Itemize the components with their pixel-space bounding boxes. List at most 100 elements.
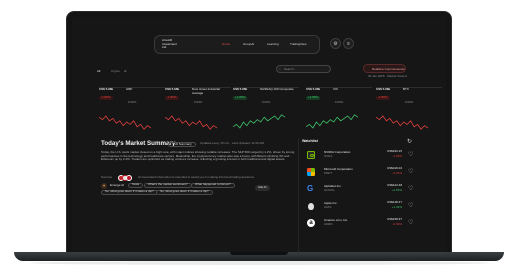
settings-gear-icon[interactable]: ⚙ bbox=[330, 38, 341, 49]
market-card[interactable]: US$ 5.98k NASDAQ 100 Composite +1.89% · 0.0… bbox=[233, 87, 299, 140]
card-sparkline bbox=[306, 114, 358, 129]
app-root: AnwAR Investment Ltd. Home GroupAI Learn… bbox=[72, 17, 446, 253]
nav-link-groupai[interactable]: GroupAI bbox=[243, 42, 254, 47]
nav-link-learning[interactable]: Learning bbox=[267, 42, 279, 47]
card-sub: · 0.00% bbox=[192, 100, 203, 104]
card-sparkline bbox=[165, 115, 217, 130]
watchlist-change: +1.53% bbox=[391, 188, 402, 192]
suggestion-chip[interactable]: What's the market sentiment? bbox=[144, 182, 192, 188]
card-sparkline bbox=[99, 115, 151, 130]
heart-icon[interactable]: ♡ bbox=[408, 219, 413, 226]
heart-icon[interactable]: ♡ bbox=[408, 151, 413, 158]
card-change-badge: -1.89% bbox=[376, 95, 390, 101]
apple-logo-icon bbox=[307, 202, 315, 210]
watchlist-row[interactable]: Microsoft Corporation MSFT US$419.04 -0.21%… bbox=[307, 166, 427, 181]
watchlist-ticker: AAPL bbox=[324, 205, 332, 209]
watchlist-panel: Watchlist ↻ NVIDIA Corporation NVDA US$193… bbox=[298, 138, 443, 253]
card-price: US$ 5.98k bbox=[233, 87, 248, 91]
top-nav: AnwAR Investment Ltd. Home GroupAI Learn… bbox=[154, 35, 320, 54]
search-input[interactable]: ⌕ Search... bbox=[276, 65, 331, 73]
ai-avatar-icon: ✦ bbox=[101, 183, 107, 189]
source-avatar bbox=[126, 174, 132, 181]
filter-tab-all[interactable]: All bbox=[97, 69, 100, 74]
card-sparkline bbox=[376, 115, 428, 130]
filter-tab-crypto[interactable]: Crypto bbox=[111, 69, 120, 74]
card-name: BTC bbox=[403, 87, 409, 91]
watchlist-row[interactable]: G Alphabet Inc. GOOGL US$123.48 +1.53% ♡ bbox=[307, 183, 427, 198]
amazon-logo-icon: a bbox=[307, 219, 315, 227]
card-change-badge: +1.89% bbox=[306, 95, 321, 101]
card-name: GBP bbox=[126, 87, 133, 91]
watchlist-row[interactable]: Apple Inc. AAPL US$148.47 +1.32% ♡ bbox=[307, 200, 427, 215]
watchlist-ticker: GOOGL bbox=[324, 188, 336, 192]
laptop-shadow bbox=[30, 261, 490, 265]
card-name: VIX bbox=[333, 87, 338, 91]
card-change-badge: -1.89% bbox=[165, 95, 179, 101]
refresh-icon[interactable]: ↻ bbox=[407, 138, 412, 145]
summary-updated-text: Updated every 15 min · Last Updated: 11:… bbox=[200, 142, 264, 145]
card-price: US$ 5.98k bbox=[99, 87, 114, 91]
sparkline-line bbox=[233, 114, 285, 129]
sources-label: Sources bbox=[101, 175, 113, 179]
ai-summary-badge-label: AI Summary bbox=[175, 142, 192, 147]
market-card[interactable]: US$ 5.98k BTC -1.89% · 0.00% bbox=[376, 87, 442, 140]
brand-logo[interactable]: AnwAR Investment Ltd. bbox=[162, 38, 177, 50]
sparkline-line bbox=[99, 115, 151, 130]
suggestion-chip[interactable]: What happened to bitcoin? bbox=[191, 182, 235, 188]
market-card[interactable]: US$ 5.98k Dow Jones Industrial Average -1.… bbox=[165, 87, 231, 140]
ai-summary-badge: ✦ AI Summary bbox=[168, 141, 196, 147]
brand-line: Ltd. bbox=[162, 45, 168, 50]
market-card[interactable]: US$ 5.98k GBP -1.89% · 0.00% bbox=[99, 87, 165, 140]
google-logo-icon: G bbox=[307, 184, 314, 193]
microsoft-logo-icon bbox=[307, 168, 315, 176]
card-sub: · 0.00% bbox=[403, 100, 414, 104]
card-price: US$ 5.98k bbox=[376, 87, 391, 91]
watchlist-change: +1.32% bbox=[391, 205, 402, 209]
market-card[interactable]: US$ 5.98k VIX +1.89% · 0.00% bbox=[306, 87, 372, 140]
summary-body: Today, the U.S. stock market closed on a… bbox=[101, 150, 295, 162]
filter-sliders-icon[interactable]: ≡ bbox=[343, 38, 354, 49]
heart-icon[interactable]: ♡ bbox=[408, 202, 413, 209]
card-name: Dow Jones Industrial Average bbox=[192, 87, 220, 95]
watchlist-ticker: NVDA bbox=[324, 154, 333, 158]
watchlist-change: -1.02% bbox=[392, 154, 402, 158]
watchlist-title: Watchlist bbox=[302, 139, 318, 143]
add-filter-icon[interactable]: ⊕ bbox=[124, 69, 127, 74]
ask-ai-input[interactable]: Emerge AI bbox=[110, 183, 124, 188]
suggestion-chip[interactable]: Tesla bbox=[128, 182, 144, 188]
ai-disclaimer-text: AI Generated information is intended to … bbox=[138, 176, 255, 179]
watchlist-change: -0.09% bbox=[392, 222, 402, 226]
watchlist-row[interactable]: NVIDIA Corporation NVDA US$193.15 -1.02% ♡ bbox=[307, 149, 427, 164]
search-placeholder: Search... bbox=[284, 67, 297, 71]
card-change-badge: -1.89% bbox=[99, 95, 113, 101]
sparkline-line bbox=[376, 115, 428, 130]
ask-ai-button[interactable]: Ask AI bbox=[255, 185, 270, 191]
card-sparkline bbox=[233, 114, 285, 129]
card-price: US$ 5.98k bbox=[165, 87, 180, 91]
sparkline-line bbox=[306, 114, 358, 129]
card-sub: · 0.00% bbox=[260, 100, 271, 104]
heart-icon[interactable]: ♡ bbox=[408, 168, 413, 175]
card-sub: · 0.00% bbox=[126, 100, 137, 104]
card-name: NASDAQ 100 Composite bbox=[260, 87, 294, 91]
watchlist-change: -0.21% bbox=[392, 171, 402, 175]
market-status-text: 29 Jan 2025 · Market Closed bbox=[368, 74, 407, 78]
nav-link-home[interactable]: Home bbox=[222, 42, 230, 47]
card-change-badge: +1.89% bbox=[233, 95, 248, 101]
card-sub: · 0.00% bbox=[333, 100, 344, 104]
search-icon: ⌕ bbox=[279, 66, 281, 71]
market-summary-panel: Today's Market Summary ✦ AI Summary Upda… bbox=[98, 140, 298, 236]
watchlist-ticker: AMZN bbox=[324, 222, 333, 226]
user-profile-button[interactable]: Realtime Commonsense bbox=[363, 64, 406, 73]
watchlist-ticker: MSFT bbox=[324, 171, 333, 175]
suggestion-chip[interactable]: So, what goes down if it takes a dip? bbox=[101, 189, 158, 195]
user-profile-label: Realtime Commonsense bbox=[372, 66, 405, 71]
nav-link-tradingview[interactable]: TradingView bbox=[290, 42, 307, 47]
heart-icon[interactable]: ♡ bbox=[408, 185, 413, 192]
summary-title: Today's Market Summary bbox=[101, 140, 176, 147]
nvidia-logo-icon bbox=[307, 151, 315, 159]
card-price: US$ 5.98k bbox=[306, 87, 321, 91]
watchlist-row[interactable]: a Amazon.com, Inc. AMZN US$158.97 -0.09% ♡ bbox=[307, 217, 427, 232]
suggestion-chip[interactable]: So, what goes down if it takes a dip? bbox=[156, 189, 213, 195]
sparkline-line bbox=[165, 115, 217, 130]
